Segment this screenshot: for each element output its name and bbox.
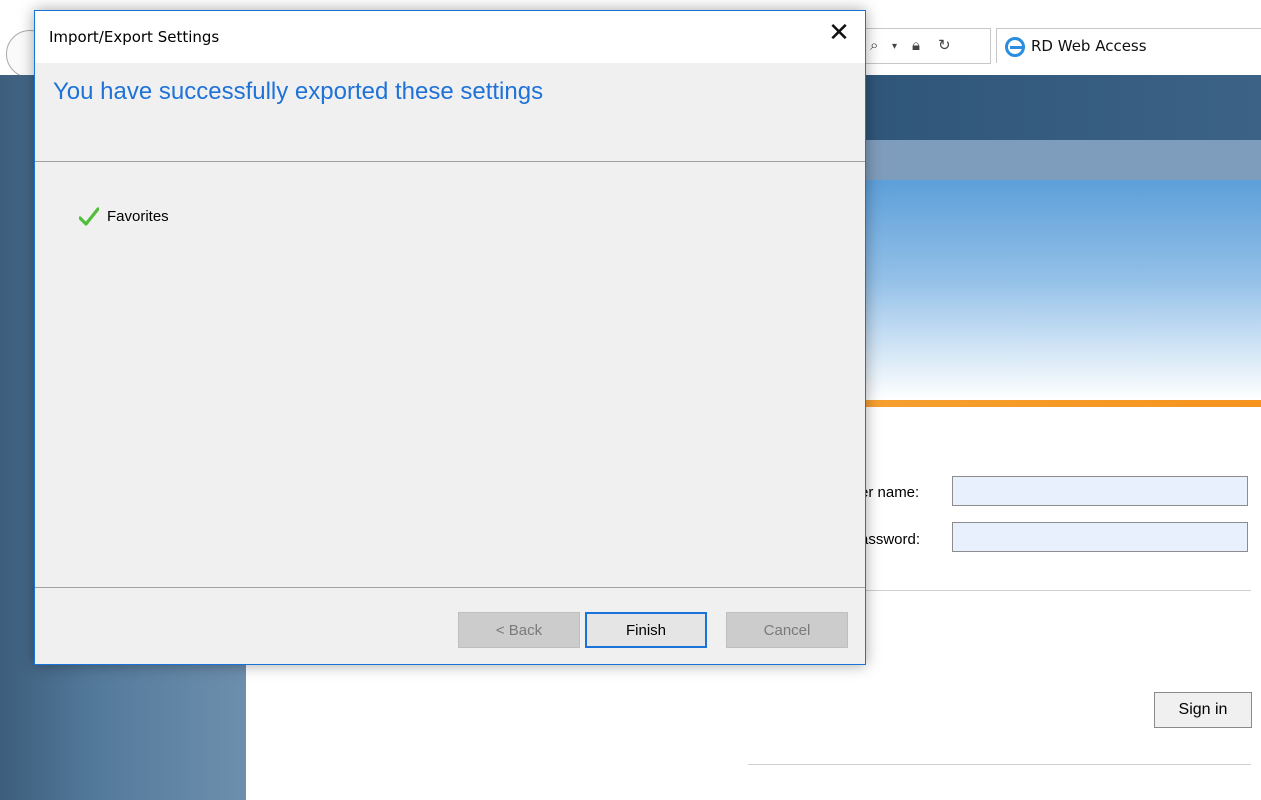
import-export-dialog: Import/Export Settings ✕ You have succes… (34, 10, 866, 665)
address-bar[interactable]: ⌕ ▾ 🔒︎ ↻ (862, 28, 991, 64)
close-icon[interactable]: ✕ (825, 19, 853, 47)
sign-in-button[interactable]: Sign in (1154, 692, 1252, 728)
dropdown-arrow-icon[interactable]: ▾ (892, 41, 897, 52)
dialog-title: Import/Export Settings (49, 28, 220, 46)
lock-icon: 🔒︎ (912, 36, 920, 54)
password-label: assword: (860, 531, 921, 548)
search-icon[interactable]: ⌕ (870, 36, 878, 54)
checkmark-icon (79, 207, 99, 226)
footer-separator (35, 587, 865, 588)
finish-button[interactable]: Finish (585, 612, 707, 648)
footer-divider (748, 764, 1251, 765)
cancel-button[interactable]: Cancel (726, 612, 848, 648)
username-input[interactable] (952, 476, 1248, 506)
dialog-titlebar[interactable]: Import/Export Settings ✕ (35, 11, 865, 63)
browser-tab[interactable]: RD Web Access (996, 28, 1261, 63)
list-item: Favorites (107, 208, 169, 225)
internet-explorer-icon (1005, 37, 1025, 57)
dialog-heading: You have successfully exported these set… (53, 78, 544, 105)
back-button[interactable]: < Back (458, 612, 580, 648)
password-input[interactable] (952, 522, 1248, 552)
username-label: er name: (860, 484, 920, 501)
header-separator (35, 161, 865, 162)
refresh-icon[interactable]: ↻ (938, 36, 951, 54)
tab-title: RD Web Access (1031, 37, 1147, 55)
